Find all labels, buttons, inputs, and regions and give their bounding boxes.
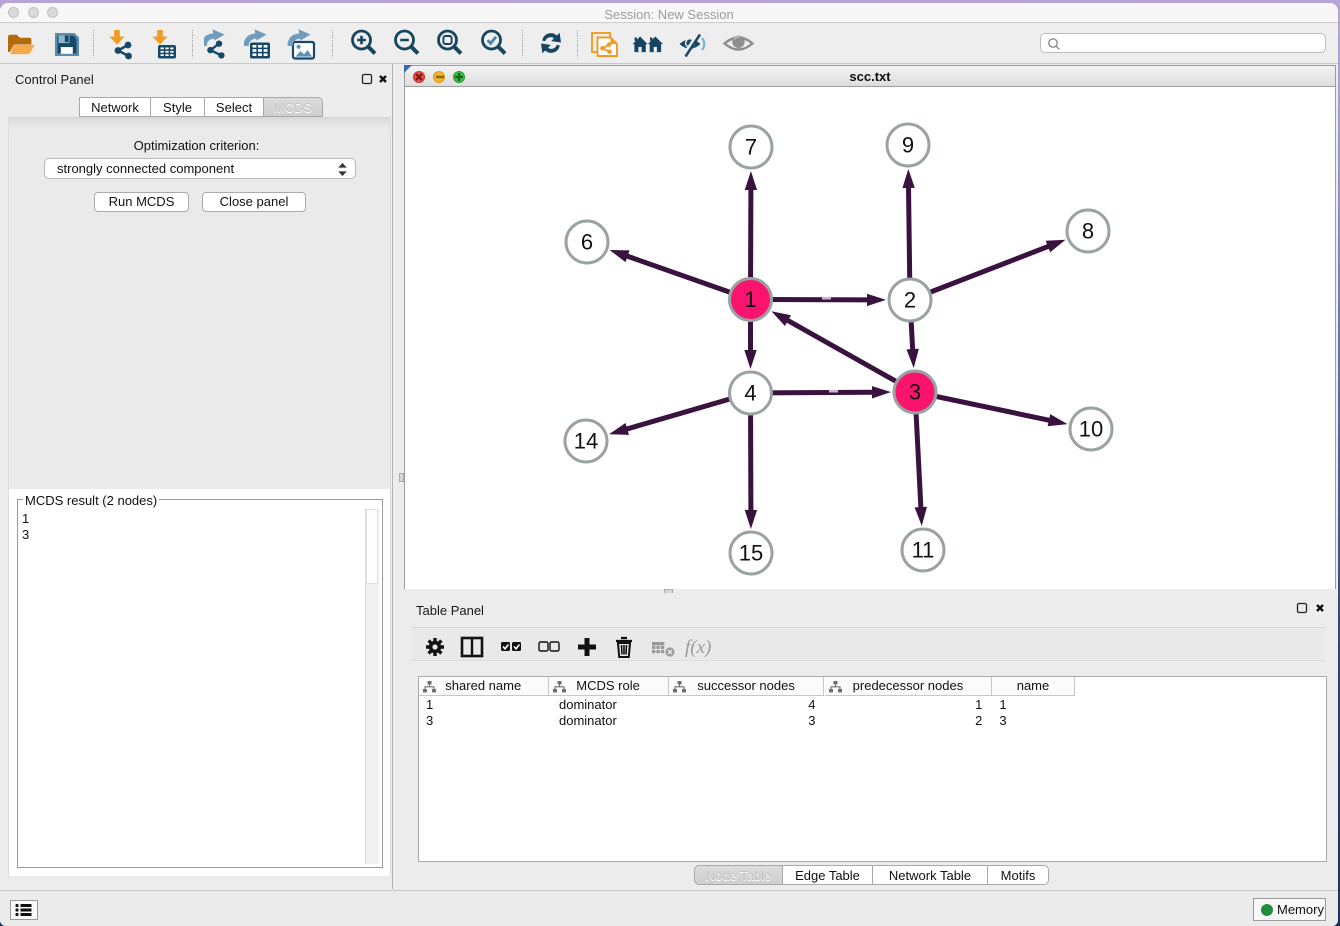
svg-text:7: 7 xyxy=(745,135,757,160)
svg-text:1: 1 xyxy=(744,287,756,312)
svg-text:14: 14 xyxy=(574,429,598,454)
svg-text:3: 3 xyxy=(909,380,921,405)
svg-text:4: 4 xyxy=(744,381,756,406)
svg-text:2: 2 xyxy=(904,288,916,313)
svg-text:15: 15 xyxy=(739,541,763,566)
svg-text:8: 8 xyxy=(1082,219,1094,244)
svg-text:11: 11 xyxy=(912,538,935,563)
svg-text:10: 10 xyxy=(1079,417,1103,442)
svg-text:f(x): f(x) xyxy=(685,637,711,658)
svg-text:6: 6 xyxy=(581,230,593,255)
svg-text:9: 9 xyxy=(902,133,914,158)
